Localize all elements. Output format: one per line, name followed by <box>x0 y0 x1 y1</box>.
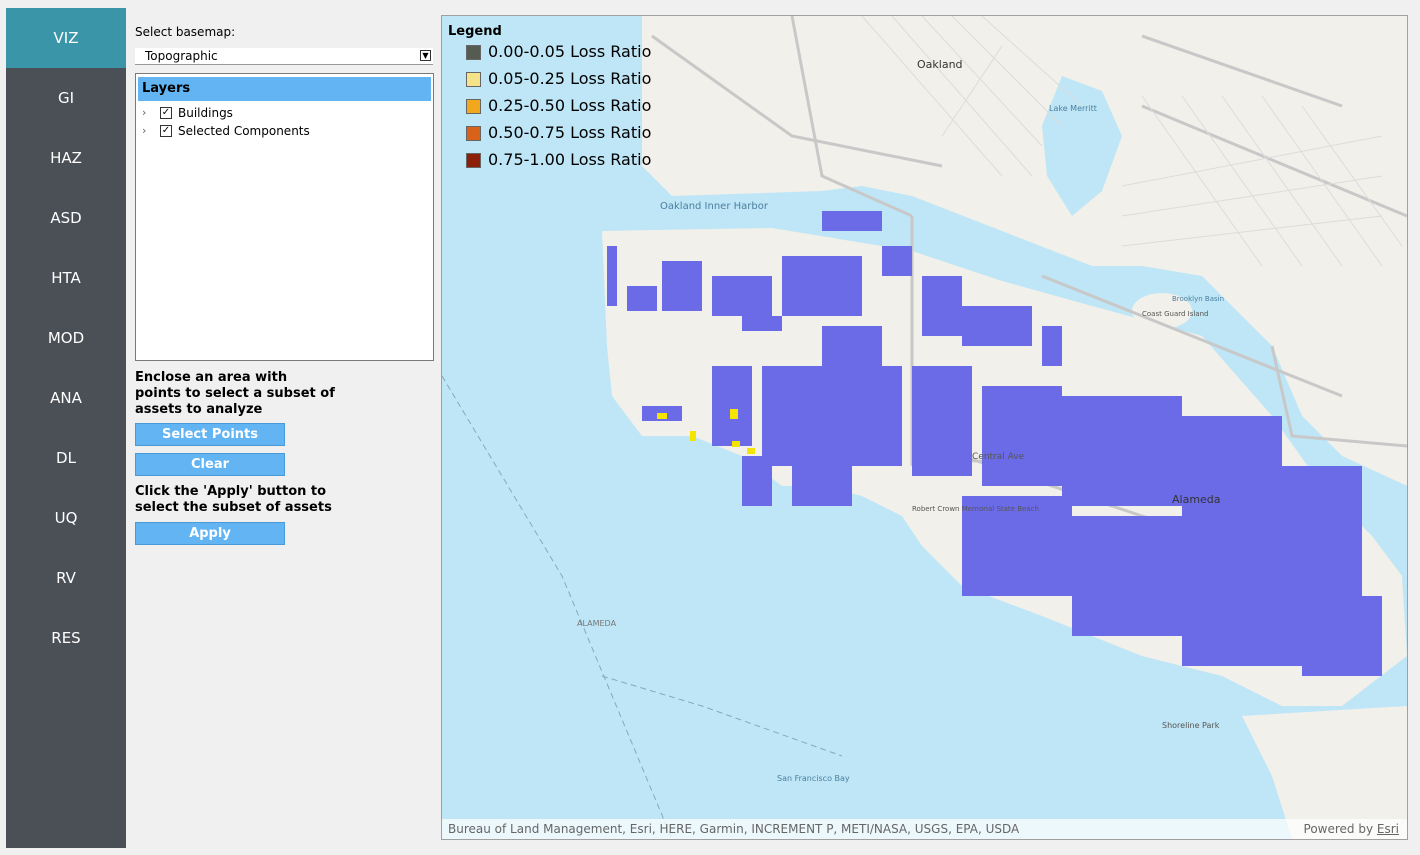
nav-dl[interactable]: DL <box>6 428 126 488</box>
enclose-instruction: Enclose an area with points to select a … <box>135 370 335 417</box>
legend-swatch <box>466 45 481 60</box>
buildings-checkbox[interactable]: ✓ <box>160 107 172 119</box>
expand-arrow-icon[interactable]: › <box>142 123 152 139</box>
legend-title: Legend <box>448 24 502 39</box>
label-inner-harbor: Oakland Inner Harbor <box>660 201 769 212</box>
label-robert-crown: Robert Crown Memorial State Beach <box>912 505 1039 513</box>
basemap-label: Select basemap: <box>135 25 236 39</box>
nav-mod[interactable]: MOD <box>6 308 126 368</box>
chevron-down-icon[interactable]: ▼ <box>420 50 431 61</box>
legend-swatch <box>466 126 481 141</box>
side-nav: VIZ GI HAZ ASD HTA MOD ANA DL UQ RV RES <box>6 8 126 848</box>
apply-button[interactable]: Apply <box>135 522 285 545</box>
map-view[interactable]: Oakland Alameda Oakland Inner Harbor San… <box>441 15 1408 840</box>
legend-swatch <box>466 72 481 87</box>
esri-link[interactable]: Esri <box>1377 822 1399 836</box>
nav-ana[interactable]: ANA <box>6 368 126 428</box>
legend-item: 0.50-0.75 Loss Ratio <box>448 120 651 147</box>
basemap-value: Topographic <box>145 49 218 63</box>
apply-instruction: Click the 'Apply' button to select the s… <box>135 484 332 515</box>
nav-viz[interactable]: VIZ <box>6 8 126 68</box>
nav-uq[interactable]: UQ <box>6 488 126 548</box>
label-sf-bay: San Francisco Bay <box>777 774 850 783</box>
nav-res[interactable]: RES <box>6 608 126 668</box>
label-brooklyn-basin: Brooklyn Basin <box>1172 295 1224 303</box>
powered-by-prefix: Powered by <box>1303 822 1377 836</box>
label-lake-merritt: Lake Merritt <box>1049 104 1097 113</box>
legend-label: 0.00-0.05 Loss Ratio <box>488 42 652 61</box>
legend-label: 0.75-1.00 Loss Ratio <box>488 150 652 169</box>
label-central-ave: Central Ave <box>972 452 1025 462</box>
expand-arrow-icon[interactable]: › <box>142 105 152 121</box>
legend-swatch <box>466 153 481 168</box>
label-ferry-route: ALAMEDA <box>577 619 617 628</box>
nav-asd[interactable]: ASD <box>6 188 126 248</box>
layer-label: Selected Components <box>178 124 310 138</box>
label-coast-guard: Coast Guard Island <box>1142 310 1208 318</box>
layers-panel: Layers › ✓ Buildings › ✓ Selected Compon… <box>135 73 434 361</box>
nav-rv[interactable]: RV <box>6 548 126 608</box>
map-attribution: Bureau of Land Management, Esri, HERE, G… <box>442 819 1407 839</box>
label-alameda: Alameda <box>1172 493 1221 506</box>
layer-label: Buildings <box>178 106 233 120</box>
nav-gi[interactable]: GI <box>6 68 126 128</box>
legend-item: 0.75-1.00 Loss Ratio <box>448 147 651 174</box>
basemap-select[interactable]: Topographic ▼ <box>135 48 433 65</box>
label-oakland: Oakland <box>917 58 963 71</box>
legend-label: 0.50-0.75 Loss Ratio <box>488 123 652 142</box>
legend-item: 0.25-0.50 Loss Ratio <box>448 93 651 120</box>
clear-button[interactable]: Clear <box>135 453 285 476</box>
label-shoreline-park: Shoreline Park <box>1162 721 1220 730</box>
nav-haz[interactable]: HAZ <box>6 128 126 188</box>
selected-components-checkbox[interactable]: ✓ <box>160 125 172 137</box>
attribution-text: Bureau of Land Management, Esri, HERE, G… <box>448 822 1020 836</box>
legend-item: 0.05-0.25 Loss Ratio <box>448 66 651 93</box>
select-points-button[interactable]: Select Points <box>135 423 285 446</box>
nav-hta[interactable]: HTA <box>6 248 126 308</box>
ferry-route <box>442 375 673 839</box>
ferry-route-2 <box>601 675 843 757</box>
legend-label: 0.25-0.50 Loss Ratio <box>488 96 652 115</box>
legend-swatch <box>466 99 481 114</box>
layers-header: Layers <box>138 77 431 101</box>
legend: Legend 0.00-0.05 Loss Ratio 0.05-0.25 Lo… <box>448 24 651 174</box>
legend-item: 0.00-0.05 Loss Ratio <box>448 39 651 66</box>
powered-by: Powered by Esri <box>1304 819 1399 839</box>
legend-label: 0.05-0.25 Loss Ratio <box>488 69 652 88</box>
